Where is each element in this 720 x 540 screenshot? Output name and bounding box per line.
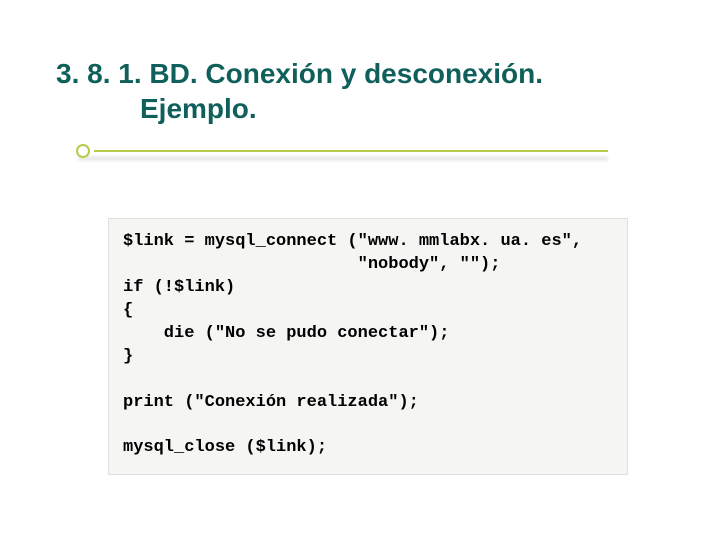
divider-shadow bbox=[78, 156, 608, 161]
divider-dot-icon bbox=[76, 144, 90, 158]
divider-line bbox=[94, 150, 608, 152]
slide-title: 3. 8. 1. BD. Conexión y desconexión. Eje… bbox=[56, 56, 664, 126]
title-line-2: Ejemplo. bbox=[56, 91, 664, 126]
code-block: $link = mysql_connect ("www. mmlabx. ua.… bbox=[108, 218, 628, 475]
title-divider bbox=[56, 144, 664, 160]
title-line-1: 3. 8. 1. BD. Conexión y desconexión. bbox=[56, 58, 543, 89]
slide: 3. 8. 1. BD. Conexión y desconexión. Eje… bbox=[0, 0, 720, 540]
